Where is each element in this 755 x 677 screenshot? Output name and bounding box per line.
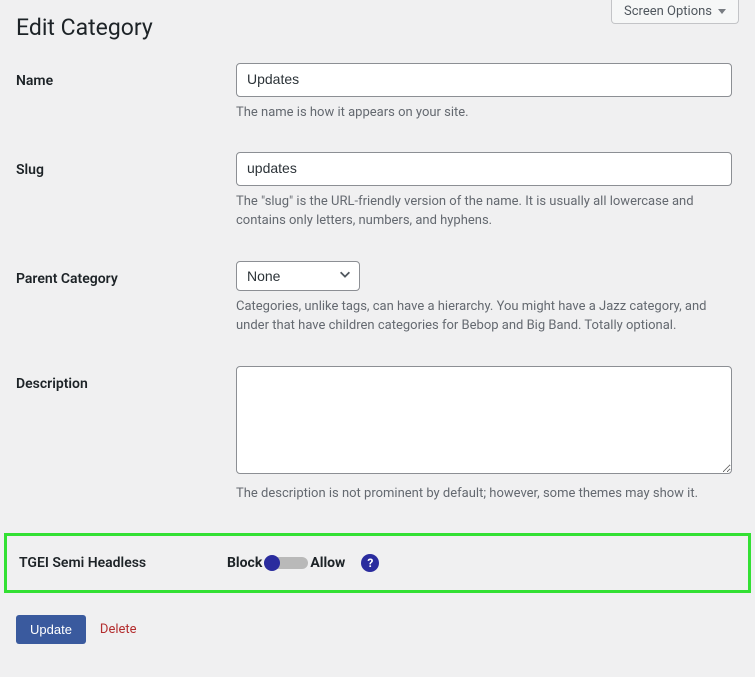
screen-options-toggle[interactable]: Screen Options: [611, 0, 739, 24]
slug-label: Slug: [16, 152, 236, 231]
description-label: Description: [16, 366, 236, 504]
name-label: Name: [16, 63, 236, 122]
parent-select[interactable]: None: [236, 261, 360, 291]
name-help: The name is how it appears on your site.: [236, 103, 732, 123]
slug-input[interactable]: [236, 152, 732, 186]
parent-label: Parent Category: [16, 261, 236, 336]
update-button[interactable]: Update: [16, 615, 86, 644]
caret-down-icon: [718, 9, 726, 14]
description-textarea[interactable]: [236, 366, 732, 474]
toggle-allow-label: Allow: [310, 555, 345, 571]
toggle-knob: [264, 555, 280, 571]
slug-help: The "slug" is the URL-friendly version o…: [236, 192, 732, 231]
screen-options-label: Screen Options: [624, 4, 712, 19]
tgei-toggle[interactable]: [264, 557, 308, 569]
help-icon[interactable]: ?: [361, 554, 379, 572]
description-help: The description is not prominent by defa…: [236, 484, 732, 504]
help-glyph: ?: [367, 556, 373, 570]
parent-help: Categories, unlike tags, can have a hier…: [236, 297, 732, 336]
name-input[interactable]: [236, 63, 732, 97]
toggle-block-label: Block: [227, 555, 262, 571]
tgei-label: TGEI Semi Headless: [19, 555, 227, 571]
delete-link[interactable]: Delete: [100, 622, 137, 637]
